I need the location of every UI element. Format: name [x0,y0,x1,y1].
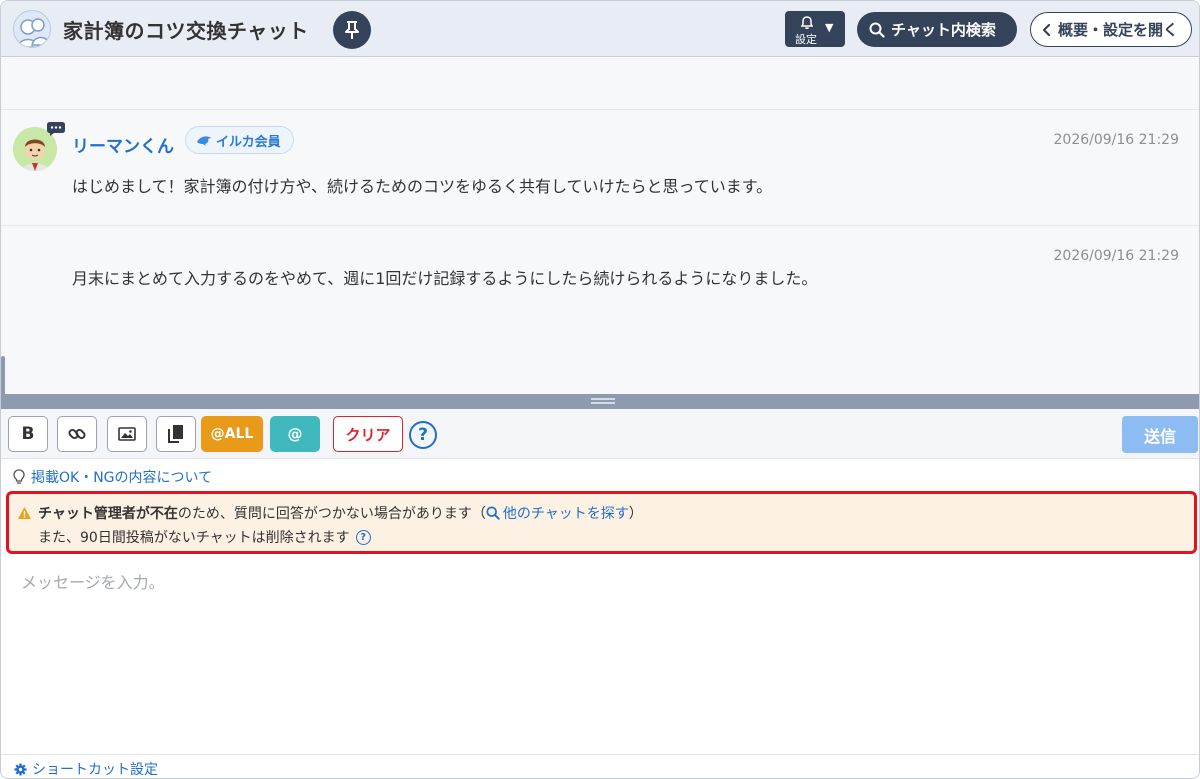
member-badge-label: イルカ会員 [216,134,281,150]
admin-absent-warning: チャット管理者が不在 のため、質問に回答がつかない場合があります（ 他のチャット… [6,491,1197,554]
find-other-chats-link[interactable]: 他のチャットを探す [486,503,629,523]
chat-search-button[interactable]: チャット内検索 [857,12,1017,47]
search-icon [869,22,885,38]
message-list: リーマンくん イルカ会員 2026/09/16 21:29 はじめまして！家計簿… [1,58,1199,394]
warning-line-1: チャット管理者が不在 のため、質問に回答がつかない場合があります（ 他のチャット… [17,503,643,523]
member-badge: イルカ会員 [185,126,294,154]
drag-grip-icon [591,398,615,404]
message-username[interactable]: リーマンくん [72,132,174,157]
message-item: リーマンくん イルカ会員 2026/09/16 21:29 はじめまして！家計簿… [1,110,1199,226]
open-overview-button[interactable]: 概要・設定を開く [1030,12,1192,47]
message-text: 月末にまとめて入力するのをやめて、週に1回だけ記録するようにしたら続けられるよう… [72,269,818,288]
room-title: 家計簿のコツ交換チャット [63,19,309,43]
find-other-chats-label: 他のチャットを探す [502,506,629,522]
chat-search-label: チャット内検索 [891,21,996,39]
deletion-notice: また、90日間投稿がないチャットは削除されます [38,530,350,546]
posting-guideline-label: 掲載OK・NGの内容について [31,470,213,486]
send-button[interactable]: 送信 [1122,416,1198,453]
posting-guideline-link[interactable]: 掲載OK・NGの内容について [13,467,212,487]
bell-icon [800,16,814,29]
message-timestamp: 2026/09/16 21:29 [1053,248,1180,264]
pin-icon [345,21,359,39]
warning-bold-text: チャット管理者が不在 [38,506,178,522]
clear-button[interactable]: クリア [333,416,403,452]
typing-bubble-icon [47,122,65,136]
chat-window: 家計簿のコツ交換チャット 設定 ▼ チャット内検索 概要・設定を開く リーマンく… [0,0,1200,779]
message-timestamp: 2026/09/16 21:29 [1053,132,1180,148]
composer-footer: ショートカット設定 [1,754,1199,778]
help-icon[interactable]: ? [355,529,371,545]
bold-button[interactable]: B [8,416,48,452]
gear-icon [14,762,27,776]
warning-text-end: ） [628,506,643,522]
warning-line-2: また、90日間投稿がないチャットは削除されます ? [38,527,371,547]
mention-button[interactable]: @ [270,416,320,452]
caret-down-icon: ▼ [825,21,834,34]
image-icon [118,427,136,441]
shortcut-settings-link[interactable]: ショートカット設定 [14,759,158,778]
warning-text: のため、質問に回答がつかない場合があります（ [177,506,486,522]
mention-all-button[interactable]: @ALL [201,416,263,452]
room-icon [13,10,51,48]
message-item: 2026/09/16 21:29 月末にまとめて入力するのをやめて、週に1回だけ… [1,226,1199,326]
help-icon[interactable]: ? [409,421,437,449]
link-button[interactable] [57,416,97,452]
pane-splitter[interactable] [1,394,1199,409]
copy-icon [168,425,183,443]
lightbulb-icon [13,469,25,484]
message-text: はじめまして！家計簿の付け方や、続けるためのコツをゆるく共有していけたらと思って… [72,177,773,196]
shortcut-settings-label: ショートカット設定 [32,762,158,778]
overview-label: 概要・設定を開く [1058,21,1179,39]
resize-handle-left[interactable] [1,356,5,396]
link-icon [68,428,86,440]
image-button[interactable] [107,416,147,452]
composer-toolbar: B @ALL @ クリア ? 送信 [1,409,1199,459]
message-input[interactable]: メッセージを入力。 [1,557,1199,754]
chat-header: 家計簿のコツ交換チャット 設定 ▼ チャット内検索 概要・設定を開く [1,1,1199,57]
pin-button[interactable] [333,11,371,49]
dolphin-icon [197,136,211,146]
copy-button[interactable] [156,416,196,452]
warning-icon [18,507,31,519]
search-icon [486,506,500,520]
notification-settings-button[interactable]: 設定 ▼ [785,11,845,47]
message-input-placeholder: メッセージを入力。 [21,573,165,592]
notify-label: 設定 [795,33,817,46]
chevron-left-icon [1042,23,1051,36]
